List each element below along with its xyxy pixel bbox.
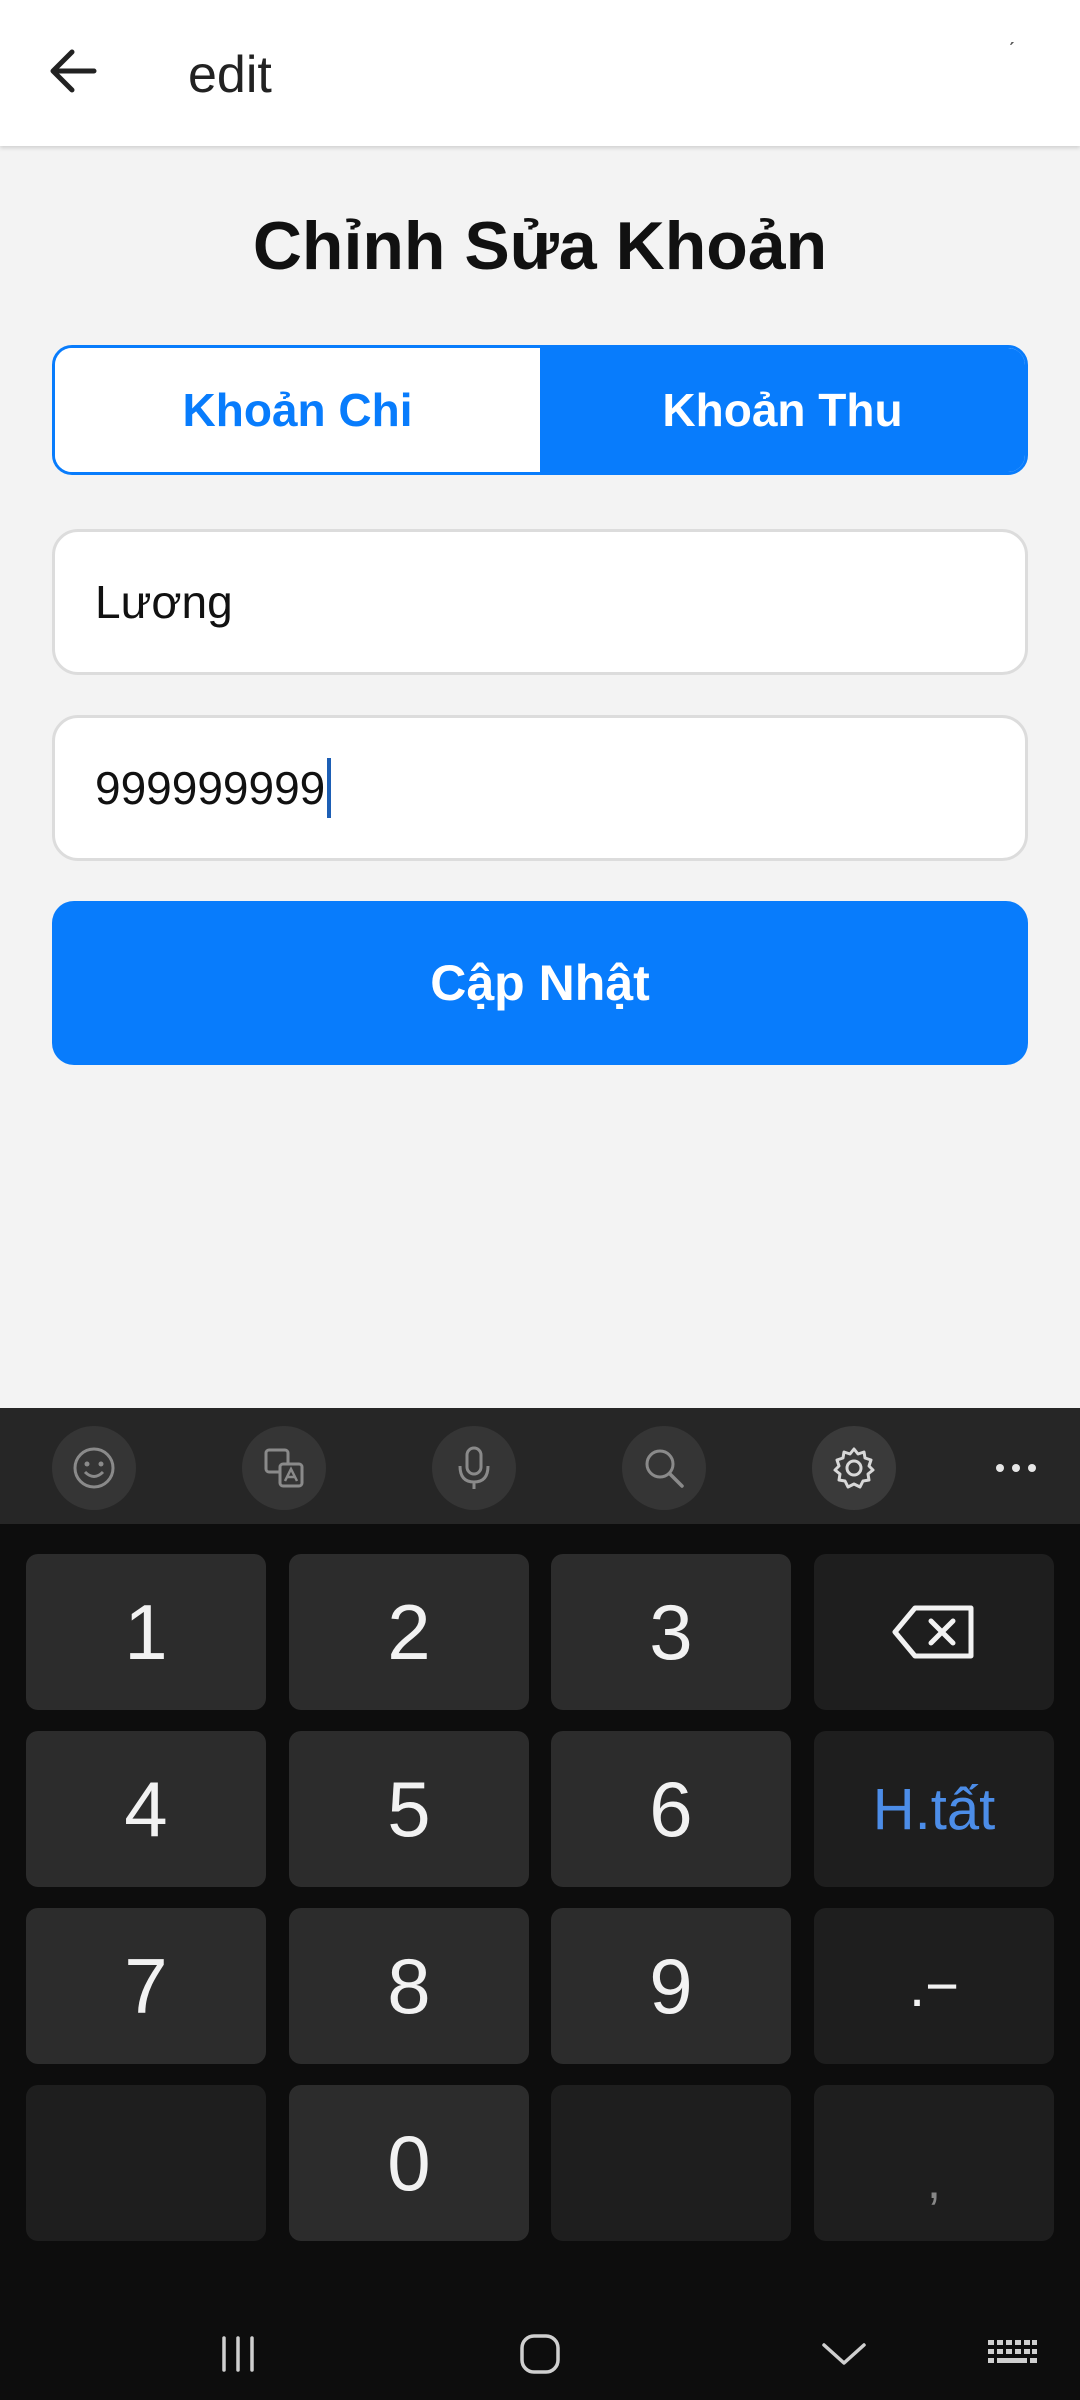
key-6[interactable]: 6 xyxy=(551,1731,791,1887)
key-5[interactable]: 5 xyxy=(289,1731,529,1887)
keyboard-switch-icon[interactable] xyxy=(972,2324,1052,2384)
microphone-icon[interactable] xyxy=(432,1426,516,1510)
amount-input-value: 999999999 xyxy=(95,762,326,814)
dot-minus-key[interactable]: .− xyxy=(814,1908,1054,2064)
key-9[interactable]: 9 xyxy=(551,1908,791,2064)
recent-apps-icon[interactable] xyxy=(198,2324,278,2384)
type-segmented-control: Khoản Chi Khoản Thu xyxy=(52,345,1028,475)
system-nav-bar xyxy=(0,2310,1080,2400)
key-4[interactable]: 4 xyxy=(26,1731,266,1887)
numeric-keyboard: 1 2 3 4 5 6 H.tất 7 8 9 .− 0 , xyxy=(0,1524,1080,2310)
empty-key-left xyxy=(26,2085,266,2241)
home-icon[interactable] xyxy=(500,2324,580,2384)
empty-key-right xyxy=(551,2085,791,2241)
key-8[interactable]: 8 xyxy=(289,1908,529,2064)
gear-icon[interactable] xyxy=(812,1426,896,1510)
app-bar-title: edit xyxy=(188,46,272,104)
key-3[interactable]: 3 xyxy=(551,1554,791,1710)
text-cursor xyxy=(327,758,332,818)
page-title: Chỉnh Sửa Khoản xyxy=(252,208,828,284)
backspace-key[interactable] xyxy=(814,1554,1054,1710)
tab-expense[interactable]: Khoản Chi xyxy=(55,348,540,472)
amount-input[interactable]: 999999999 xyxy=(52,715,1028,861)
app-bar: edit ˊ xyxy=(0,0,1080,146)
key-7[interactable]: 7 xyxy=(26,1908,266,2064)
name-input[interactable]: Lương xyxy=(52,529,1028,675)
done-key[interactable]: H.tất xyxy=(814,1731,1054,1887)
hide-keyboard-icon[interactable] xyxy=(804,2324,884,2384)
back-arrow-icon[interactable] xyxy=(40,38,106,104)
search-icon[interactable] xyxy=(622,1426,706,1510)
translate-icon[interactable] xyxy=(242,1426,326,1510)
key-2[interactable]: 2 xyxy=(289,1554,529,1710)
more-icon[interactable] xyxy=(974,1426,1058,1510)
key-0[interactable]: 0 xyxy=(289,2085,529,2241)
comma-key[interactable]: , xyxy=(814,2085,1054,2241)
keyboard-toolbar xyxy=(0,1408,1080,1524)
backspace-icon xyxy=(892,1605,974,1659)
tab-income[interactable]: Khoản Thu xyxy=(540,348,1025,472)
key-1[interactable]: 1 xyxy=(26,1554,266,1710)
status-mark: ˊ xyxy=(1008,38,1016,63)
update-button[interactable]: Cập Nhật xyxy=(52,901,1028,1065)
emoji-icon[interactable] xyxy=(52,1426,136,1510)
name-input-value: Lương xyxy=(95,576,233,628)
